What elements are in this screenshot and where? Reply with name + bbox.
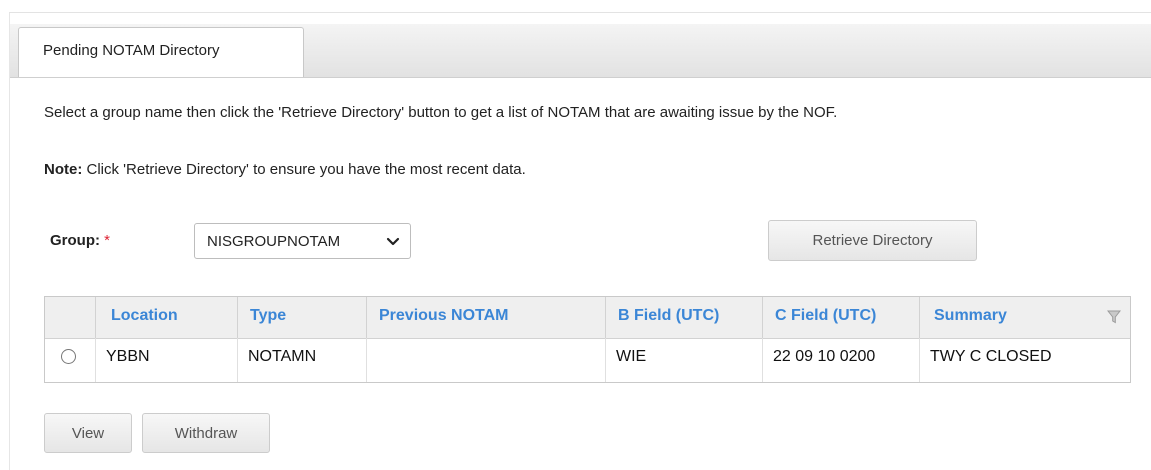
column-header-location[interactable]: Location — [96, 297, 238, 338]
row-select-cell — [45, 338, 96, 382]
filter-icon[interactable] — [1107, 310, 1121, 324]
retrieve-directory-button[interactable]: Retrieve Directory — [768, 220, 977, 261]
column-header-summary[interactable]: Summary — [920, 297, 1130, 338]
cell-type: NOTAMN — [238, 338, 367, 382]
chevron-down-icon — [386, 237, 400, 246]
cell-b-field: WIE — [606, 338, 763, 382]
cell-location: YBBN — [96, 338, 238, 382]
cell-previous-notam — [367, 338, 606, 382]
frame-left-border — [9, 13, 10, 470]
notam-table: Location Type Previous NOTAM B Field (UT… — [44, 296, 1131, 383]
radio-icon[interactable] — [61, 349, 76, 364]
note-label: Note: — [44, 161, 83, 178]
column-header-select — [45, 297, 96, 338]
cell-summary: TWY C CLOSED — [930, 348, 1052, 365]
note-text: Note: Click 'Retrieve Directory' to ensu… — [44, 161, 526, 178]
frame-top-border — [9, 12, 1151, 13]
tab-pending-notam-directory[interactable]: Pending NOTAM Directory — [18, 27, 304, 77]
column-header-previous-notam[interactable]: Previous NOTAM — [367, 297, 606, 338]
cell-c-field: 22 09 10 0200 — [763, 338, 920, 382]
view-button[interactable]: View — [44, 413, 132, 453]
withdraw-button[interactable]: Withdraw — [142, 413, 270, 453]
group-label-text: Group: — [50, 232, 100, 249]
group-label: Group: * — [50, 232, 110, 249]
group-select-value: NISGROUPNOTAM — [207, 233, 341, 250]
column-header-c-field[interactable]: C Field (UTC) — [763, 297, 920, 338]
column-header-type[interactable]: Type — [238, 297, 367, 338]
group-select[interactable]: NISGROUPNOTAM — [194, 223, 411, 259]
instruction-text: Select a group name then click the 'Retr… — [44, 104, 838, 121]
note-body: Click 'Retrieve Directory' to ensure you… — [82, 161, 526, 178]
required-marker: * — [104, 232, 111, 249]
column-header-b-field[interactable]: B Field (UTC) — [606, 297, 763, 338]
